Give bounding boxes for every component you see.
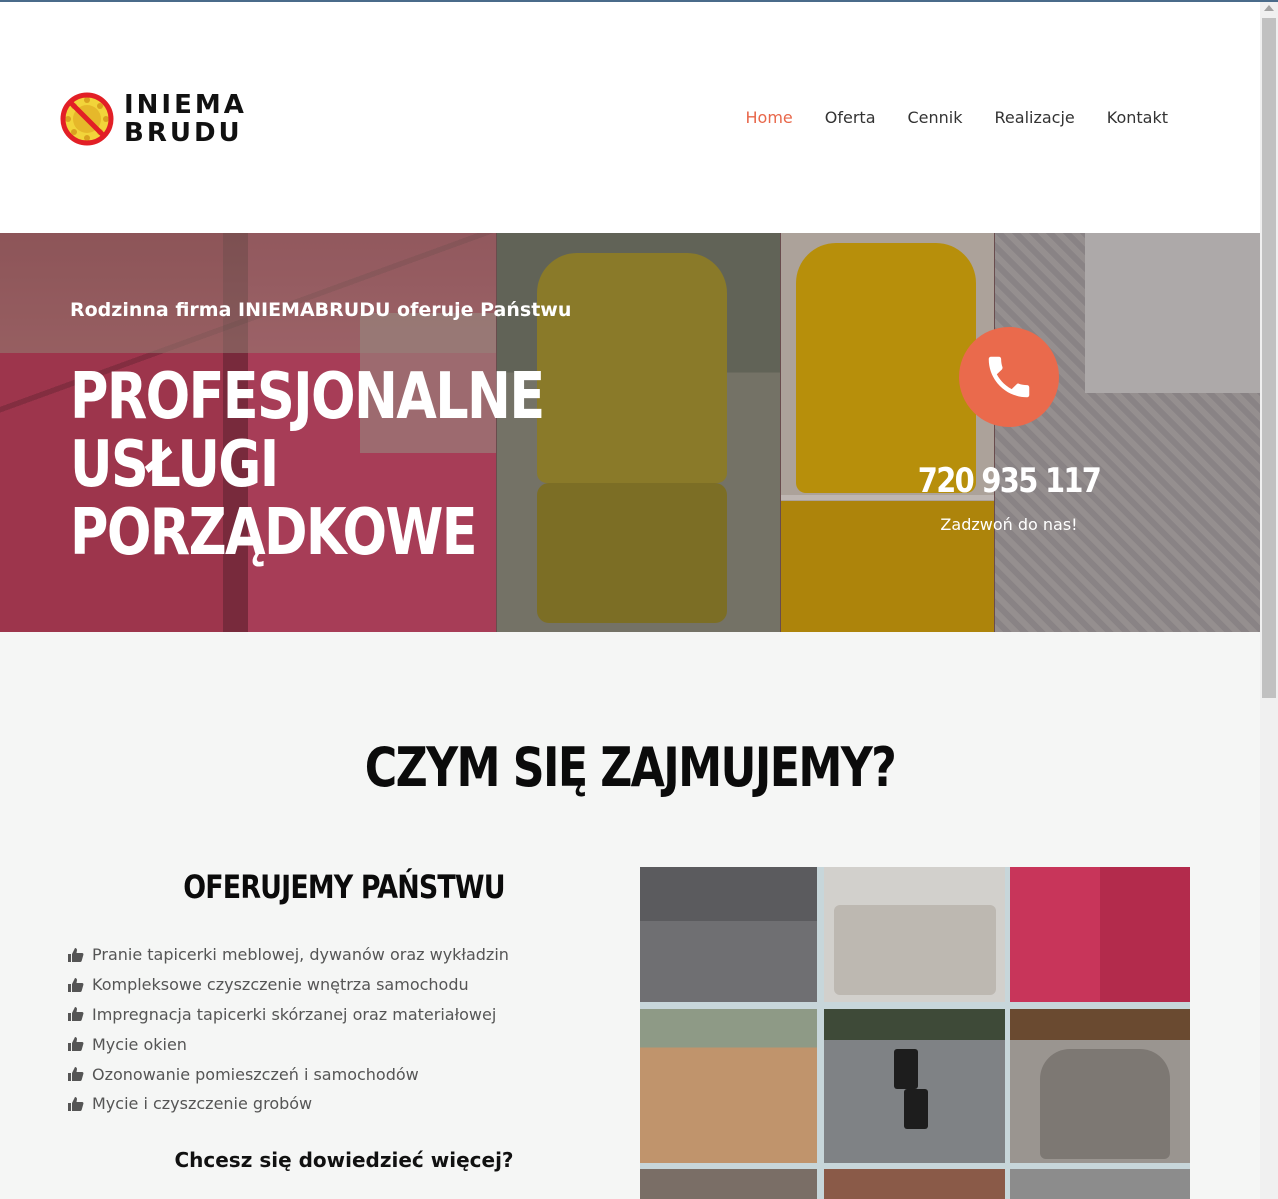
nav-cennik[interactable]: Cennik	[892, 106, 979, 130]
gallery-photo-red-sofa[interactable]	[1010, 867, 1190, 1002]
offer-item-text: Kompleksowe czyszczenie wnętrza samochod…	[92, 975, 469, 995]
services-section-title: CZYM SIĘ ZAJMUJEMY?	[364, 736, 897, 799]
call-button[interactable]	[959, 327, 1059, 427]
hero-subtitle: Rodzinna firma INIEMABRUDU oferuje Państ…	[70, 299, 572, 321]
gallery-photo-9[interactable]	[1010, 1169, 1190, 1199]
offer-item-text: Ozonowanie pomieszczeń i samochodów	[92, 1064, 419, 1084]
offer-item-text: Impregnacja tapicerki skórzanej oraz mat…	[92, 1004, 497, 1024]
phone-number[interactable]: 720 935 117	[916, 461, 1102, 501]
list-item: Kompleksowe czyszczenie wnętrza samochod…	[68, 970, 509, 1000]
nav-oferta[interactable]: Oferta	[809, 106, 892, 130]
hero-title: PROFESJONALNE USŁUGI PORZĄDKOWE	[70, 363, 644, 567]
main-nav: Home Oferta Cennik Realizacje Kontakt	[730, 106, 1184, 130]
thumbs-up-icon	[68, 1037, 84, 1052]
list-item: Pranie tapicerki meblowej, dywanów oraz …	[68, 940, 509, 970]
hero-title-line2: PORZĄDKOWE	[70, 496, 478, 570]
gallery-photo-grey-armchair[interactable]	[1010, 1009, 1190, 1163]
site-logo[interactable]: INIEMA BRUDU	[60, 90, 260, 148]
gallery-photo-8[interactable]	[824, 1169, 1005, 1199]
scroll-up-arrow-icon[interactable]	[1264, 5, 1274, 11]
thumbs-up-icon	[68, 1007, 84, 1022]
cta-heading: Chcesz się dowiedzieć więcej?	[174, 1148, 514, 1172]
gallery-photo-car-seats[interactable]	[640, 867, 817, 1002]
scrollbar-thumb[interactable]	[1262, 18, 1276, 698]
offer-item-text: Mycie okien	[92, 1034, 187, 1054]
no-virus-logo-icon	[60, 92, 114, 146]
gallery-photo-car-rear-seats[interactable]	[640, 1009, 817, 1163]
nav-realizacje[interactable]: Realizacje	[979, 106, 1091, 130]
phone-icon	[988, 356, 1030, 398]
list-item: Mycie okien	[68, 1029, 509, 1059]
hero-banner: Rodzinna firma INIEMABRUDU oferuje Państ…	[0, 233, 1260, 632]
call-caption: Zadzwoń do nas!	[940, 515, 1078, 534]
offer-item-text: Pranie tapicerki meblowej, dywanów oraz …	[92, 945, 509, 965]
gallery-photo-7[interactable]	[640, 1169, 817, 1199]
list-item: Mycie i czyszczenie grobów	[68, 1089, 509, 1119]
gallery-photo-grey-sofa[interactable]	[824, 867, 1005, 1002]
thumbs-up-icon	[68, 977, 84, 992]
nav-home[interactable]: Home	[730, 106, 809, 130]
logo-text-line1: INIEMA	[124, 90, 247, 120]
thumbs-up-icon	[68, 1096, 84, 1111]
thumbs-up-icon	[68, 1067, 84, 1082]
list-item: Ozonowanie pomieszczeń i samochodów	[68, 1059, 509, 1089]
list-item: Impregnacja tapicerki skórzanej oraz mat…	[68, 1000, 509, 1030]
site-header: INIEMA BRUDU Home Oferta Cennik Realizac…	[0, 2, 1260, 233]
offer-item-text: Mycie i czyszczenie grobów	[92, 1094, 313, 1114]
nav-kontakt[interactable]: Kontakt	[1091, 106, 1184, 130]
gallery-photo-grave[interactable]	[824, 1009, 1005, 1163]
offer-list: Pranie tapicerki meblowej, dywanów oraz …	[68, 940, 509, 1119]
hero-title-line1: PROFESJONALNE USŁUGI	[70, 360, 545, 502]
logo-text-line2: BRUDU	[124, 118, 243, 148]
gallery-collage	[640, 867, 1190, 1199]
thumbs-up-icon	[68, 947, 84, 962]
offer-title: OFERUJEMY PAŃSTWU	[183, 868, 505, 906]
